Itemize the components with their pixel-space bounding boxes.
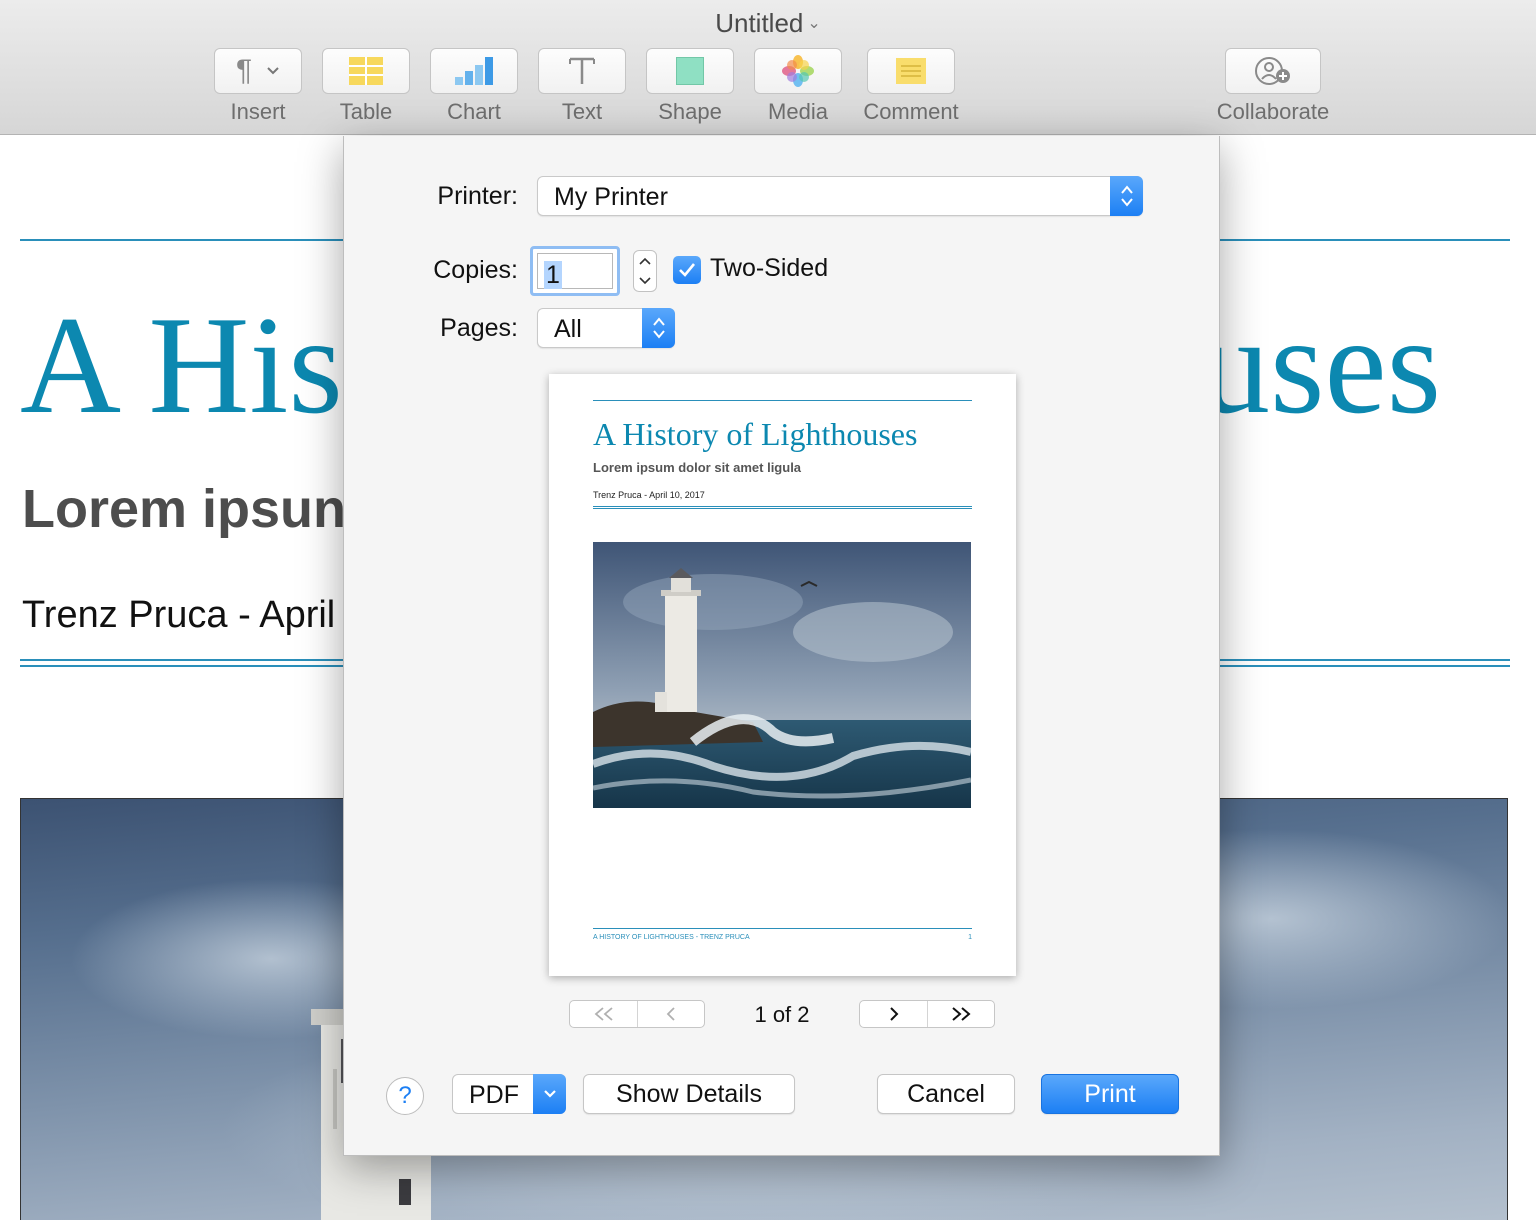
show-details-button[interactable]: Show Details — [583, 1074, 795, 1114]
pages-value: All — [554, 315, 582, 343]
pdf-label: PDF — [469, 1081, 519, 1109]
document-name: Untitled — [715, 8, 804, 38]
pages-select[interactable]: All — [537, 308, 675, 348]
pdf-menu-button[interactable]: PDF — [452, 1074, 566, 1114]
toolbar-collaborate[interactable]: Collaborate — [1208, 48, 1338, 125]
print-dialog: Printer: My Printer Copies: 1 Two-Sided … — [343, 136, 1220, 1156]
toolbar-label: Media — [768, 99, 828, 124]
copies-value: 1 — [544, 261, 562, 289]
double-chevron-right-icon — [952, 1007, 971, 1021]
toolbar-label: Comment — [863, 99, 959, 124]
text-icon — [569, 57, 595, 84]
help-button[interactable]: ? — [386, 1077, 424, 1115]
toolbar-chart[interactable]: Chart — [430, 48, 518, 125]
comment-button[interactable] — [867, 48, 955, 94]
preview-title: A History of Lighthouses — [593, 416, 918, 452]
media-button[interactable] — [754, 48, 842, 94]
chevron-down-icon — [533, 1074, 566, 1114]
title-right: uses — [1200, 288, 1442, 443]
preview-rule — [593, 508, 972, 509]
insert-button[interactable]: ¶ — [214, 48, 302, 94]
shape-button[interactable] — [646, 48, 734, 94]
copies-label: Copies: — [433, 256, 518, 284]
chevron-right-icon — [889, 1007, 898, 1021]
checkmark-icon — [679, 263, 696, 277]
next-page-button[interactable] — [860, 1001, 927, 1027]
chart-icon — [455, 57, 493, 85]
chevron-left-icon — [666, 1007, 675, 1021]
toolbar-comment[interactable]: Comment — [862, 48, 960, 125]
copies-field-inner: 1 — [537, 253, 613, 289]
preview-subtitle: Lorem ipsum dolor sit amet ligula — [593, 460, 802, 475]
document-subtitle[interactable]: Lorem ipsun — [22, 478, 346, 540]
last-page-button[interactable] — [927, 1001, 994, 1027]
chevron-up-icon[interactable] — [639, 257, 651, 265]
chevron-down-icon[interactable] — [639, 277, 651, 285]
toolbar-insert[interactable]: ¶ Insert — [214, 48, 302, 125]
preview-photo-art — [593, 542, 971, 808]
printer-label: Printer: — [437, 182, 518, 210]
preview-lighthouse-photo — [593, 542, 971, 808]
pages-label: Pages: — [440, 314, 518, 342]
first-page-button[interactable] — [570, 1001, 637, 1027]
print-preview-page: A History of Lighthouses Lorem ipsum dol… — [549, 374, 1016, 976]
preview-footer-rule — [593, 928, 972, 929]
cancel-button[interactable]: Cancel — [877, 1074, 1015, 1114]
toolbar-text[interactable]: Text — [538, 48, 626, 125]
toolbar-label: Text — [561, 99, 603, 124]
chart-button[interactable] — [430, 48, 518, 94]
print-button[interactable]: Print — [1041, 1074, 1179, 1114]
toolbar-label: Table — [339, 99, 393, 124]
title-left: A His — [20, 288, 343, 443]
comment-icon — [896, 58, 926, 84]
printer-select[interactable]: My Printer — [537, 176, 1143, 216]
table-icon — [349, 57, 383, 85]
two-sided-checkbox[interactable] — [673, 256, 701, 284]
window-toolbar: Untitled ⌄ ¶ Insert Table Chart Text Sha… — [0, 0, 1536, 135]
toolbar-media[interactable]: Media — [754, 48, 842, 125]
printer-value: My Printer — [554, 183, 668, 211]
two-sided-label[interactable]: Two-Sided — [710, 254, 828, 283]
collaborate-icon — [1255, 57, 1290, 85]
preview-rule — [593, 506, 972, 507]
toolbar-label: Insert — [230, 99, 286, 124]
photos-icon — [782, 55, 814, 87]
collaborate-button[interactable] — [1225, 48, 1321, 94]
table-button[interactable] — [322, 48, 410, 94]
preview-page-number: 1 — [968, 934, 972, 941]
copies-field[interactable]: 1 — [530, 246, 620, 296]
previous-page-button[interactable] — [637, 1001, 704, 1027]
chevron-down-icon — [267, 67, 279, 75]
page-nav-back-group — [569, 1000, 705, 1028]
updown-chevron-icon — [642, 308, 675, 348]
preview-author: Trenz Pruca - April 10, 2017 — [593, 490, 705, 500]
toolbar-label: Chart — [447, 99, 501, 124]
shape-icon — [676, 57, 704, 85]
window-title[interactable]: Untitled ⌄ — [0, 8, 1536, 39]
page-nav-forward-group — [859, 1000, 995, 1028]
toolbar-label: Collaborate — [1216, 99, 1330, 124]
preview-top-rule — [593, 400, 972, 401]
text-button[interactable] — [538, 48, 626, 94]
preview-footer: A HISTORY OF LIGHTHOUSES - TRENZ PRUCA — [593, 934, 750, 941]
toolbar-label: Shape — [658, 99, 722, 124]
copies-stepper[interactable] — [633, 250, 657, 292]
toolbar-shape[interactable]: Shape — [646, 48, 734, 125]
page-indicator: 1 of 2 — [754, 1002, 810, 1027]
double-chevron-left-icon — [594, 1007, 613, 1021]
chevron-down-icon: ⌄ — [807, 15, 821, 32]
paragraph-icon: ¶ — [235, 54, 253, 87]
toolbar-table[interactable]: Table — [322, 48, 410, 125]
document-author[interactable]: Trenz Pruca - April — [22, 594, 335, 637]
updown-chevron-icon — [1110, 176, 1143, 216]
